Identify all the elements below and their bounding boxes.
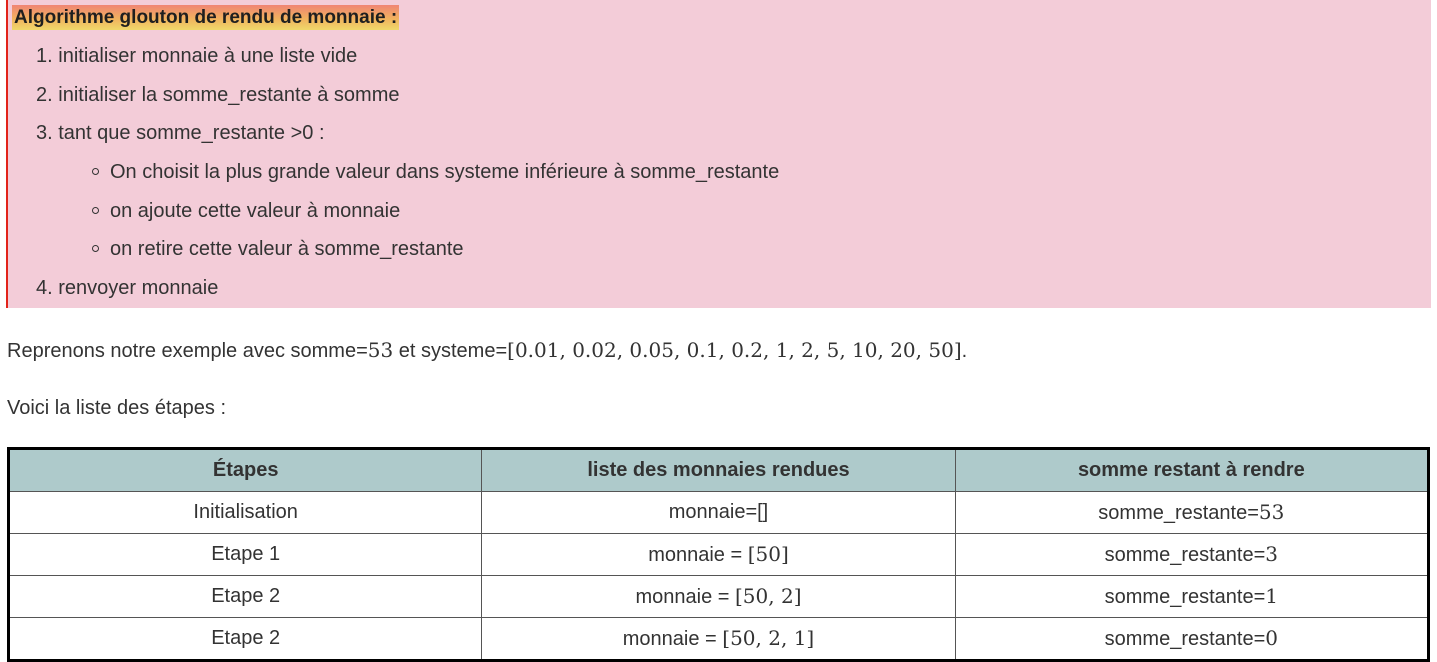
example-middle: et systeme= — [393, 340, 508, 362]
somme-value: 0 — [1265, 626, 1279, 650]
step-number: 4. — [36, 277, 53, 299]
monnaie-label: monnaie = — [622, 628, 723, 650]
cell-somme: somme_restante=53 — [954, 491, 1430, 534]
header-somme: somme restant à rendre — [954, 448, 1430, 492]
table-row: Etape 1 monnaie = [50] somme_restante=3 — [7, 533, 1430, 576]
somme-value: 1 — [1265, 584, 1279, 608]
algorithm-box: Algorithme glouton de rendu de monnaie :… — [6, 0, 1431, 308]
algorithm-substep-2: on ajoute cette valeur à monnaie — [110, 200, 401, 222]
monnaie-value: [50] — [747, 542, 789, 566]
bullet-icon — [92, 245, 99, 252]
cell-etape: Etape 1 — [7, 533, 483, 576]
monnaie-label: monnaie = — [635, 586, 735, 608]
somme-label: somme_restante= — [1104, 586, 1266, 608]
cell-somme: somme_restante=3 — [954, 533, 1430, 576]
step-text: initialiser monnaie à une liste vide — [58, 45, 358, 67]
somme-value: 3 — [1265, 542, 1279, 566]
step-text: tant que somme_restante >0 : — [58, 122, 325, 144]
step-text: initialiser la somme_restante à somme — [58, 84, 400, 106]
algorithm-substep-3: on retire cette valeur à somme_restante — [110, 238, 464, 260]
cell-etape: Initialisation — [7, 491, 483, 534]
table-row: Initialisation monnaie=[] somme_restante… — [7, 491, 1430, 534]
cell-somme: somme_restante=0 — [954, 617, 1430, 661]
example-suffix: . — [961, 340, 968, 362]
step-number: 2. — [36, 84, 53, 106]
cell-somme: somme_restante=1 — [954, 575, 1430, 618]
example-somme-value: 53 — [367, 338, 394, 362]
steps-table: Étapes liste des monnaies rendues somme … — [7, 447, 1430, 662]
example-systeme-value: [0.01, 0.02, 0.05, 0.1, 0.2, 1, 2, 5, 10… — [507, 338, 962, 362]
algorithm-title: Algorithme glouton de rendu de monnaie : — [12, 5, 400, 30]
algorithm-substep-1: On choisit la plus grande valeur dans sy… — [110, 161, 780, 183]
somme-label: somme_restante= — [1104, 544, 1266, 566]
step-text: renvoyer monnaie — [58, 277, 219, 299]
somme-label: somme_restante= — [1104, 628, 1266, 650]
cell-monnaie: monnaie=[] — [481, 491, 956, 534]
monnaie-value: [50, 2] — [735, 584, 802, 608]
cell-etape: Etape 2 — [7, 575, 483, 618]
header-monnaies: liste des monnaies rendues — [481, 448, 956, 492]
bullet-icon — [92, 168, 99, 175]
cell-monnaie: monnaie = [50, 2] — [481, 575, 956, 618]
somme-value: 53 — [1258, 500, 1285, 524]
table-row: Etape 2 monnaie = [50, 2, 1] somme_resta… — [7, 617, 1430, 661]
intro-paragraph: Voici la liste des étapes : — [7, 397, 227, 419]
example-prefix: Reprenons notre exemple avec somme= — [7, 340, 368, 362]
bullet-icon — [92, 207, 99, 214]
header-etapes: Étapes — [7, 448, 483, 492]
monnaie-value: [50, 2, 1] — [722, 626, 815, 650]
example-paragraph: Reprenons notre exemple avec somme=53 et… — [7, 337, 967, 364]
cell-monnaie: monnaie = [50] — [481, 533, 956, 576]
step-number: 1. — [36, 45, 53, 67]
algorithm-step-4: 4. renvoyer monnaie — [36, 275, 218, 301]
cell-monnaie: monnaie = [50, 2, 1] — [481, 617, 956, 661]
table-row: Etape 2 monnaie = [50, 2] somme_restante… — [7, 575, 1430, 618]
monnaie-label: monnaie= — [668, 501, 758, 523]
cell-etape: Etape 2 — [7, 617, 483, 661]
algorithm-step-3: 3. tant que somme_restante >0 : — [36, 120, 325, 146]
algorithm-step-2: 2. initialiser la somme_restante à somme — [36, 82, 400, 108]
monnaie-label: monnaie = — [648, 544, 748, 566]
step-number: 3. — [36, 122, 53, 144]
monnaie-value: [] — [757, 501, 769, 523]
algorithm-step-1: 1. initialiser monnaie à une liste vide — [36, 43, 357, 69]
somme-label: somme_restante= — [1098, 502, 1259, 524]
table-header-row: Étapes liste des monnaies rendues somme … — [7, 448, 1430, 492]
